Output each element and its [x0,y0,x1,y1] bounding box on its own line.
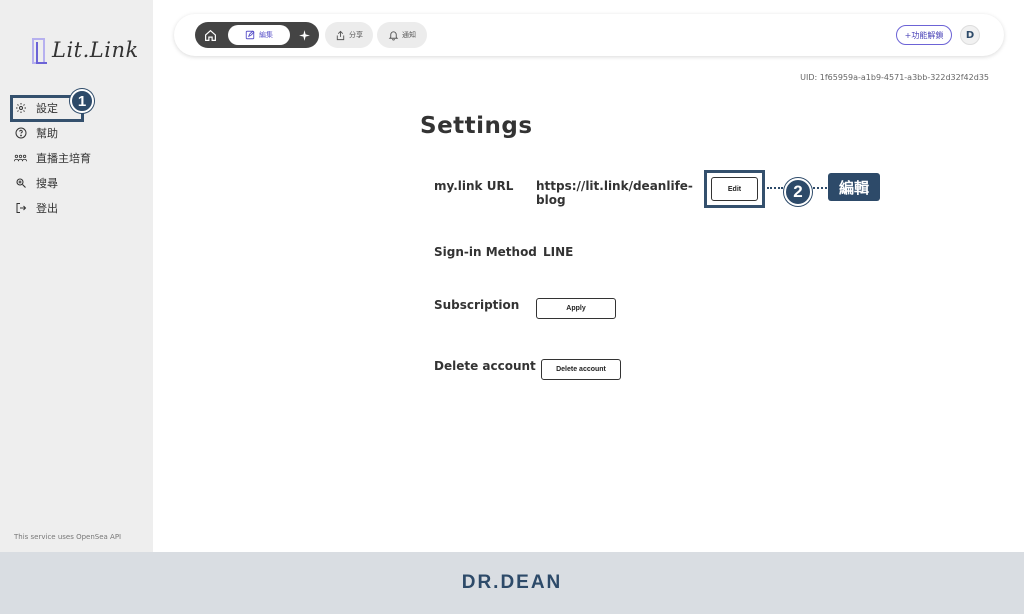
delete-account-button[interactable]: Delete account [541,359,621,380]
bell-icon [388,30,399,41]
sidebar-nav: 設定 幫助 直播主培育 搜尋 登出 [10,95,144,220]
share-button[interactable]: 分享 [325,22,373,48]
url-value: https://lit.link/deanlife- blog [536,179,693,207]
url-label: my.link URL [434,179,514,193]
edit-mode-button[interactable]: 編集 [228,25,290,45]
sidebar: Lit.Link 設定 幫助 直播主培育 搜尋 登出 This service … [0,0,153,552]
step-badge-1: 1 [70,89,94,113]
callout-connector-right [813,187,827,189]
share-icon [336,30,345,40]
logo-mark-icon [32,38,47,64]
sidebar-item-streamer-training[interactable]: 直播主培育 [14,145,144,170]
search-icon [14,176,27,189]
subscription-label: Subscription [434,298,520,312]
url-value-line2: blog [536,193,566,207]
app-logo[interactable]: Lit.Link [32,38,139,64]
people-icon [14,151,27,164]
sidebar-item-label: 搜尋 [36,176,58,190]
edit-callout: 編輯 [828,173,880,201]
sidebar-item-search[interactable]: 搜尋 [14,170,144,195]
gear-icon [14,101,27,114]
footer-brand-logo: DR.DEAN [461,572,563,593]
notification-label: 通知 [402,31,416,39]
delete-account-label: Delete account [434,359,536,373]
help-icon [14,126,27,139]
edit-mode-label: 編集 [259,31,273,39]
notification-button[interactable]: 通知 [377,22,427,48]
apply-button[interactable]: Apply [536,298,616,319]
avatar[interactable]: D [960,25,980,45]
url-value-line1: https://lit.link/deanlife- [536,179,693,193]
logo-text: Lit.Link [52,38,139,62]
sidebar-item-logout[interactable]: 登出 [14,195,144,220]
sidebar-item-label: 設定 [36,101,58,115]
user-id: UID: 1f65959a-a1b9-4571-a3bb-322d32f42d3… [800,73,989,82]
share-label: 分享 [349,31,363,39]
logout-icon [14,201,27,214]
signin-value: LINE [543,245,574,259]
sidebar-item-label: 幫助 [36,126,58,140]
top-bar: 編集 分享 通知 +功能解鎖 D [174,14,1004,56]
unlock-features-button[interactable]: +功能解鎖 [896,25,952,45]
sidebar-item-label: 登出 [36,201,58,215]
home-icon[interactable] [201,26,219,44]
sidebar-item-label: 直播主培育 [36,151,91,165]
footer: DR.DEAN [0,552,1024,614]
signin-label: Sign-in Method [434,245,537,259]
callout-connector-left [767,187,783,189]
step-badge-2: 2 [784,178,812,206]
page-title: Settings [420,113,533,139]
opensea-note: This service uses OpenSea API [14,533,122,541]
edit-url-button[interactable]: Edit [711,177,758,201]
edit-icon [245,30,255,40]
mode-switcher: 編集 [195,22,319,48]
sidebar-item-help[interactable]: 幫助 [14,120,144,145]
sparkle-icon[interactable] [295,26,313,44]
